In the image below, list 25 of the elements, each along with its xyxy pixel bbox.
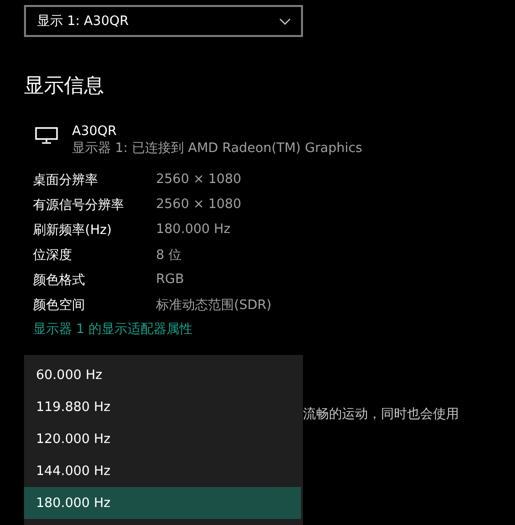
adapter-properties-link[interactable]: 显示器 1 的显示适配器属性 bbox=[33, 317, 193, 342]
menu-option[interactable]: 60.000 Hz bbox=[24, 359, 303, 391]
property-value: 2560 × 1080 bbox=[156, 197, 242, 212]
display-dropdown[interactable]: 显示 1: A30QR bbox=[24, 5, 303, 37]
property-value: RGB bbox=[156, 272, 184, 287]
description-text: 流畅的运动，同时也会使用 bbox=[303, 406, 459, 423]
property-value: 标准动态范围(SDR) bbox=[156, 296, 272, 314]
monitor-icon bbox=[35, 127, 58, 144]
chevron-down-icon bbox=[279, 18, 291, 24]
menu-option[interactable]: 120.000 Hz bbox=[24, 423, 303, 455]
menu-option[interactable]: 180.000 Hz bbox=[24, 487, 301, 519]
property-label: 颜色格式 bbox=[33, 272, 86, 288]
connection-status: 显示器 1: 已连接到 AMD Radeon(TM) Graphics bbox=[72, 140, 362, 157]
property-label: 有源信号分辨率 bbox=[33, 196, 125, 214]
monitor-name: A30QR bbox=[72, 123, 118, 140]
property-label: 颜色空间 bbox=[33, 296, 86, 314]
property-label: 桌面分辨率 bbox=[33, 172, 99, 188]
menu-option[interactable]: 119.880 Hz bbox=[24, 391, 303, 423]
section-title: 显示信息 bbox=[24, 72, 105, 99]
property-label: 位深度 bbox=[33, 246, 73, 264]
menu-option[interactable]: 144.000 Hz bbox=[24, 455, 303, 487]
property-value: 2560 × 1080 bbox=[156, 172, 242, 187]
property-value: 8 位 bbox=[156, 246, 182, 264]
property-value: 180.000 Hz bbox=[156, 222, 230, 237]
property-label: 刷新频率(Hz) bbox=[33, 222, 113, 238]
